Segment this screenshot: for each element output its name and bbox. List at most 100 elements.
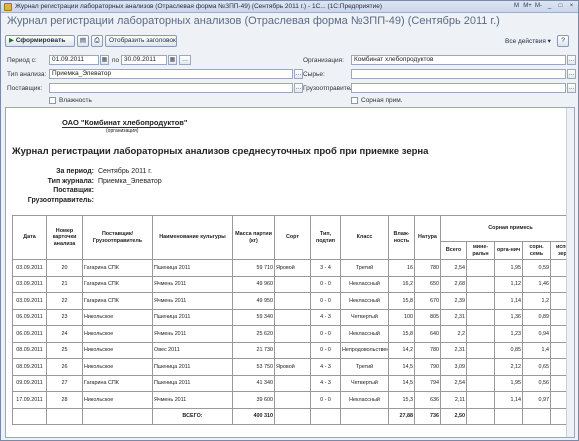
org-select-icon[interactable]: …: [567, 55, 576, 65]
memory-plus-button[interactable]: M+: [523, 2, 532, 11]
table-cell-sort: [274, 308, 311, 326]
info-key: Грузоотправитель:: [27, 196, 94, 204]
table-cell-supplier: Никольское: [82, 358, 153, 376]
table-cell-mass: 21 730: [232, 341, 275, 359]
total-label: ВСЕГО:: [152, 407, 233, 425]
raw-field[interactable]: [351, 69, 566, 79]
table-cell-date: 08.09.2011: [12, 358, 47, 376]
period-to-field[interactable]: 30.09.2011: [121, 55, 167, 65]
table-cell-card: 26: [46, 358, 83, 376]
col-nature: Натура: [414, 215, 441, 260]
table-cell-moisture: 14,5: [388, 358, 415, 376]
table-cell-crop: Ячмень 2011: [152, 325, 233, 343]
report-info: За период: Сентябрь 2011 г. Тип журнала: П…: [12, 168, 312, 206]
show-header-button[interactable]: Отобразить заголовок: [105, 35, 177, 47]
col-type: Тип, подтип: [310, 215, 341, 260]
period-from-field[interactable]: 01.09.2011: [49, 55, 99, 65]
play-icon: ▶: [9, 37, 14, 44]
period-select-button[interactable]: …: [179, 55, 191, 65]
total-row: ВСЕГО: 400 310 27,88 736 2,50: [12, 407, 574, 425]
table-cell-sort: [274, 292, 311, 310]
table-cell-supplier: Никольское: [82, 325, 153, 343]
memory-minus-button[interactable]: M-: [534, 2, 543, 11]
report-area[interactable]: ОАО "Комбинат хлебопродуктов" (организац…: [5, 107, 575, 438]
col-weed-group: Сорная примесь: [439, 215, 574, 242]
table-cell-nature: 670: [414, 292, 441, 310]
supplier-field[interactable]: [49, 83, 293, 93]
print-icon: ⎙: [94, 37, 100, 44]
moisture-checkbox[interactable]: [49, 97, 56, 104]
supplier-select-icon[interactable]: …: [294, 83, 303, 93]
table-cell-card: 24: [46, 325, 83, 343]
report-org-caption: (организация): [106, 128, 139, 134]
table-cell-card: 28: [46, 391, 83, 409]
col-weed-seeds: сорн. семь: [522, 241, 551, 260]
col-sort: Сорт: [274, 215, 311, 260]
table-cell-mineral: [466, 341, 495, 359]
all-actions-menu[interactable]: Все действия ▾: [505, 37, 551, 45]
table-cell-supplier: Гагарина СПК: [82, 275, 153, 293]
table-cell-moisture: 100: [388, 308, 415, 326]
table-cell-sort: Яровой: [274, 358, 311, 376]
table-cell-organic: 1,95: [494, 374, 523, 392]
memory-button[interactable]: M: [512, 2, 521, 11]
table-cell-mass: 39 600: [232, 391, 275, 409]
generate-button[interactable]: ▶ Сформировать: [5, 35, 75, 47]
table-cell-crop: Пшеница 2011: [152, 358, 233, 376]
table-cell-type: 0 - 0: [310, 341, 341, 359]
table-cell-crop: Пшеница 2011: [152, 374, 233, 392]
weed-checkbox[interactable]: [351, 97, 358, 104]
minimize-button[interactable]: _: [545, 2, 554, 11]
calendar-to-icon[interactable]: ▦: [168, 55, 177, 65]
table-cell-type: 0 - 0: [310, 325, 341, 343]
table-cell-class: Непродовольственный: [340, 341, 389, 359]
table-cell-moisture: 15,8: [388, 292, 415, 310]
analysis-type-select-icon[interactable]: …: [294, 69, 303, 79]
table-cell-nature: 636: [414, 391, 441, 409]
info-key: Тип журнала:: [47, 177, 94, 185]
table-cell-organic: 0,85: [494, 341, 523, 359]
table-cell-date: 08.09.2011: [12, 341, 47, 359]
analysis-type-field[interactable]: Приемка_Элеватор: [49, 69, 293, 79]
table-cell-type: 4 - 3: [310, 358, 341, 376]
table-cell-card: 22: [46, 292, 83, 310]
org-field[interactable]: Комбинат хлебопродуктов: [351, 55, 566, 65]
table-cell-seeds: 0,97: [522, 391, 551, 409]
table-cell-mineral: [466, 259, 495, 277]
table-cell-moisture: 16,2: [388, 275, 415, 293]
table-cell-seeds: 1,46: [522, 275, 551, 293]
vertical-scrollbar[interactable]: [566, 108, 574, 437]
analysis-type-label: Тип анализа:: [7, 71, 47, 78]
settings-button[interactable]: ▤: [77, 35, 89, 47]
shipper-select-icon[interactable]: …: [567, 83, 576, 93]
table-cell-class: Четвертый: [340, 374, 389, 392]
table-cell-total: 2,54: [440, 259, 467, 277]
table-cell-type: 0 - 0: [310, 391, 341, 409]
calendar-from-icon[interactable]: ▦: [100, 55, 109, 65]
maximize-button[interactable]: □: [556, 2, 565, 11]
col-card: Номер карточки анализа: [46, 215, 83, 260]
table-cell-class: Третий: [340, 358, 389, 376]
table-cell-mineral: [466, 325, 495, 343]
table-cell-organic: 2,12: [494, 358, 523, 376]
table-cell-nature: 640: [414, 325, 441, 343]
table-cell-seeds: 1,4: [522, 341, 551, 359]
window-title: Журнал регистрации лабораторных анализов…: [15, 3, 383, 10]
table-cell-sort: [274, 341, 311, 359]
table-cell-crop: Ячмень 2011: [152, 292, 233, 310]
table-cell-card: 27: [46, 374, 83, 392]
print-button[interactable]: ⎙: [91, 35, 103, 47]
table-cell-mass: 25 620: [232, 325, 275, 343]
help-button[interactable]: ?: [557, 35, 569, 47]
period-to-label: по: [112, 57, 120, 64]
table-cell-total: 3,09: [440, 358, 467, 376]
table-cell-type: 4 - 3: [310, 374, 341, 392]
info-row: За период: Сентябрь 2011 г.: [12, 168, 312, 178]
col-supplier: Поставщик/ Грузоотправитель: [82, 215, 153, 260]
table-cell-date: 17.09.2011: [12, 391, 47, 409]
table-cell-supplier: Никольское: [82, 308, 153, 326]
raw-select-icon[interactable]: …: [567, 69, 576, 79]
table-cell-nature: 794: [414, 374, 441, 392]
close-button[interactable]: ×: [567, 2, 576, 11]
shipper-field[interactable]: [351, 83, 566, 93]
